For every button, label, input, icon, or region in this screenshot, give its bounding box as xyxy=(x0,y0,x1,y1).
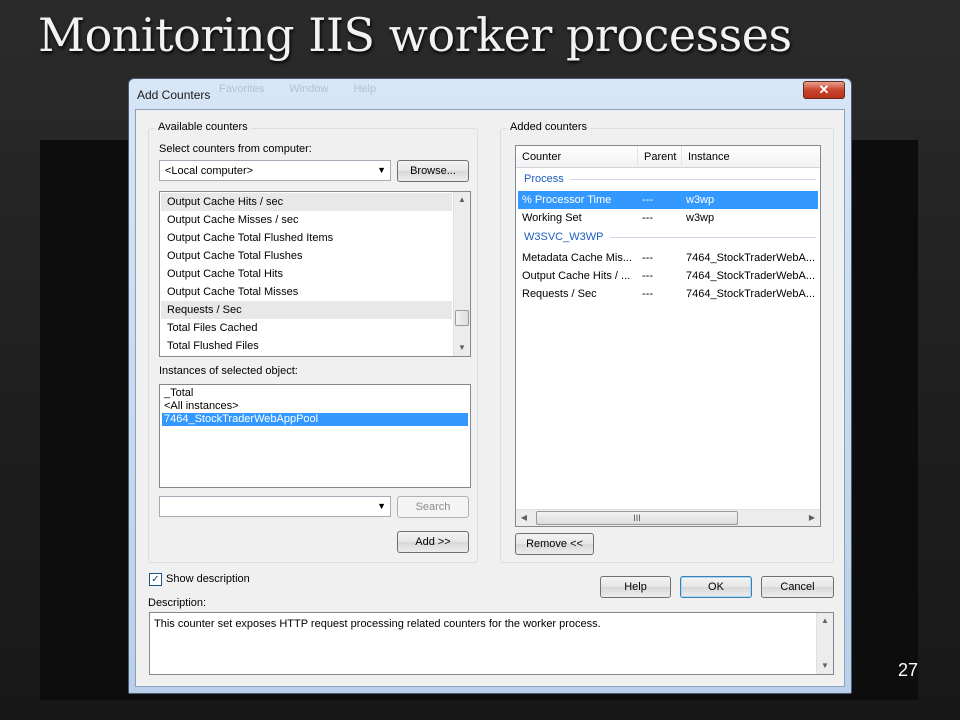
computer-dropdown[interactable]: <Local computer> ▼ xyxy=(159,160,391,181)
cell-instance: w3wp xyxy=(686,212,715,224)
counter-list-item[interactable]: Output Cache Total Misses xyxy=(161,283,452,301)
counter-list-item[interactable]: Output Cache Total Flushed Items xyxy=(161,229,452,247)
add-counters-dialog: Add Counters Favorites Window Help ✕ Ava… xyxy=(128,78,852,694)
counter-list-item[interactable]: Output Cache Hits / sec xyxy=(161,193,452,211)
close-button[interactable]: ✕ xyxy=(803,81,845,99)
cell-parent: --- xyxy=(642,288,653,300)
counter-list-item[interactable]: Output Cache Misses / sec xyxy=(161,211,452,229)
add-button[interactable]: Add >> xyxy=(397,531,469,553)
added-counters-list[interactable]: Counter Parent Instance Process % Process… xyxy=(515,145,821,527)
close-icon: ✕ xyxy=(818,82,830,97)
cell-instance: 7464_StockTraderWebA... xyxy=(686,252,816,264)
scroll-down-icon[interactable]: ▼ xyxy=(454,340,470,356)
grip-icon: III xyxy=(633,513,641,523)
added-counters-label: Added counters xyxy=(507,121,591,133)
cell-counter: Metadata Cache Mis... xyxy=(522,252,633,264)
browse-button[interactable]: Browse... xyxy=(397,160,469,182)
search-button[interactable]: Search xyxy=(397,496,469,518)
available-counters-label: Available counters xyxy=(155,121,251,133)
dialog-titlebar[interactable]: Add Counters Favorites Window Help ✕ xyxy=(129,79,851,107)
background-menu-text: Favorites Window Help xyxy=(219,83,377,95)
group-divider xyxy=(570,179,816,180)
slide-number: 27 xyxy=(897,660,918,680)
cancel-button[interactable]: Cancel xyxy=(761,576,834,598)
remove-button[interactable]: Remove << xyxy=(515,533,594,555)
instance-list-item[interactable]: _Total xyxy=(162,387,468,400)
scroll-up-icon[interactable]: ▲ xyxy=(454,192,470,208)
cell-instance: 7464_StockTraderWebA... xyxy=(686,270,816,282)
counter-list-item[interactable]: Total Flushed Files xyxy=(161,337,452,355)
description-label: Description: xyxy=(148,597,207,609)
dialog-title: Add Counters xyxy=(137,88,211,102)
counter-group-name: Process xyxy=(524,173,564,185)
show-description-checkbox[interactable]: ✓ xyxy=(149,573,162,586)
instance-list-item[interactable]: 7464_StockTraderWebAppPool xyxy=(162,413,468,426)
column-header-counter[interactable]: Counter xyxy=(516,146,638,168)
column-header-instance[interactable]: Instance xyxy=(682,146,820,168)
counter-list-scrollbar[interactable]: ▲ ▼ xyxy=(453,192,470,356)
cell-counter: Requests / Sec xyxy=(522,288,597,300)
group-divider xyxy=(610,237,816,238)
checkmark-icon: ✓ xyxy=(151,574,160,585)
counter-list[interactable]: Output Cache Hits / sec Output Cache Miss… xyxy=(159,191,471,357)
scroll-left-icon[interactable]: ◀ xyxy=(516,510,532,526)
counter-list-item[interactable]: Output Cache Total Hits xyxy=(161,265,452,283)
counter-group-name: W3SVC_W3WP xyxy=(524,231,604,243)
cell-counter: % Processor Time xyxy=(522,194,612,206)
hscroll-thumb[interactable]: III xyxy=(536,511,738,525)
dialog-body: Available counters Select counters from … xyxy=(135,109,845,687)
select-computer-label: Select counters from computer: xyxy=(159,143,312,155)
counter-list-item[interactable]: Requests / Sec xyxy=(161,301,452,319)
ok-button[interactable]: OK xyxy=(680,576,752,598)
counter-list-item[interactable]: Total Files Cached xyxy=(161,319,452,337)
computer-value: <Local computer> xyxy=(165,165,254,177)
instances-label: Instances of selected object: xyxy=(159,365,298,377)
help-button[interactable]: Help xyxy=(600,576,671,598)
added-counter-row[interactable]: Output Cache Hits / ... --- 7464_StockTrad… xyxy=(518,267,818,285)
cell-counter: Output Cache Hits / ... xyxy=(522,270,631,282)
scroll-up-icon[interactable]: ▲ xyxy=(817,613,833,629)
description-text: This counter set exposes HTTP request pr… xyxy=(154,618,601,630)
cell-parent: --- xyxy=(642,252,653,264)
chevron-down-icon: ▼ xyxy=(377,165,386,175)
counter-group-header: W3SVC_W3WP xyxy=(524,229,816,245)
instances-list[interactable]: _Total <All instances> 7464_StockTraderWeb… xyxy=(159,384,471,488)
added-counters-group: Added counters Counter Parent Instance P… xyxy=(500,121,834,563)
description-box[interactable]: This counter set exposes HTTP request pr… xyxy=(149,612,834,675)
scroll-down-icon[interactable]: ▼ xyxy=(817,658,833,674)
slide-title: Monitoring IIS worker processes xyxy=(38,8,792,62)
cell-instance: w3wp xyxy=(686,194,715,206)
cell-instance: 7464_StockTraderWebA... xyxy=(686,288,816,300)
added-counter-row[interactable]: Working Set --- w3wp xyxy=(518,209,818,227)
added-counter-row[interactable]: % Processor Time --- w3wp xyxy=(518,191,818,209)
show-description-label[interactable]: Show description xyxy=(166,573,250,585)
column-header-parent[interactable]: Parent xyxy=(638,146,682,168)
available-counters-group: Available counters Select counters from … xyxy=(148,121,478,563)
description-scrollbar[interactable]: ▲ ▼ xyxy=(816,613,833,674)
scroll-thumb[interactable] xyxy=(455,310,469,326)
added-counter-row[interactable]: Metadata Cache Mis... --- 7464_StockTrader… xyxy=(518,249,818,267)
added-counter-row[interactable]: Requests / Sec --- 7464_StockTraderWebA... xyxy=(518,285,818,303)
list-header: Counter Parent Instance xyxy=(516,146,820,168)
counter-list-item[interactable]: Output Cache Total Flushes xyxy=(161,247,452,265)
cell-parent: --- xyxy=(642,212,653,224)
cell-parent: --- xyxy=(642,270,653,282)
counter-group-header: Process xyxy=(524,171,816,187)
chevron-down-icon: ▼ xyxy=(377,501,386,511)
instance-list-item[interactable]: <All instances> xyxy=(162,400,468,413)
scroll-right-icon[interactable]: ▶ xyxy=(804,510,820,526)
search-combo[interactable]: ▼ xyxy=(159,496,391,517)
cell-parent: --- xyxy=(642,194,653,206)
added-list-hscrollbar[interactable]: ◀ III ▶ xyxy=(516,509,820,526)
cell-counter: Working Set xyxy=(522,212,582,224)
